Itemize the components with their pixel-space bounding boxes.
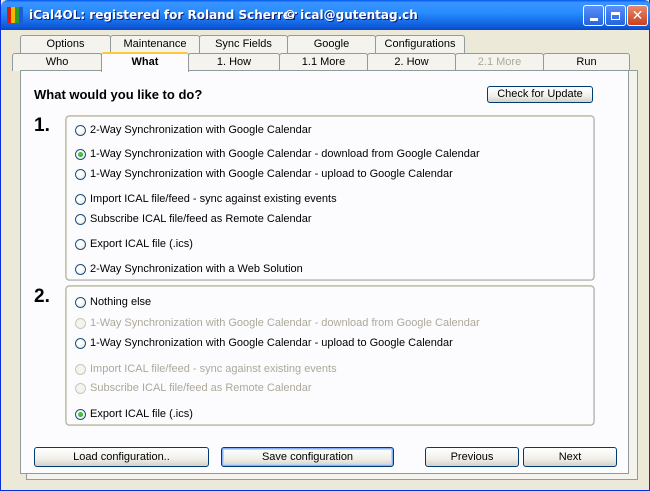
radio-circle [75,263,86,275]
title-bar[interactable]: iCal4OL: registered for Roland Scherrer … [1,0,650,30]
step1-radio-export-ical[interactable]: Export ICAL file (.ics) [75,237,193,251]
radio-circle [75,363,86,375]
radio-circle [75,193,86,205]
radio-circle [75,148,86,160]
radio-label: Subscribe ICAL file/feed as Remote Calen… [90,213,312,225]
save-configuration-button[interactable]: Save configuration [221,447,394,467]
tab-sync-fields[interactable]: Sync Fields [199,35,288,53]
step2-radio-subscribe-ical: Subscribe ICAL file/feed as Remote Calen… [75,381,312,395]
window-title-email: © ical@gutentag.ch [284,8,418,22]
radio-label: Import ICAL file/feed - sync against exi… [90,363,337,375]
close-button[interactable]: ✕ [627,5,648,26]
radio-label: 2-Way Synchronization with Google Calend… [90,124,312,136]
step2-radio-export-ical[interactable]: Export ICAL file (.ics) [75,407,193,421]
radio-circle [75,124,86,136]
app-icon [7,7,23,23]
tab-run[interactable]: Run [543,53,630,71]
tab-options[interactable]: Options [20,35,111,53]
step-1-number: 1. [34,115,50,136]
step1-radio-2way-google[interactable]: 2-Way Synchronization with Google Calend… [75,123,312,137]
step1-radio-2way-web[interactable]: 2-Way Synchronization with a Web Solutio… [75,262,303,276]
radio-label: Export ICAL file (.ics) [90,408,193,420]
step2-radio-import-ical: Import ICAL file/feed - sync against exi… [75,362,337,376]
step2-radio-1way-download: 1-Way Synchronization with Google Calend… [75,316,480,330]
step2-radio-nothing-else[interactable]: Nothing else [75,295,151,309]
next-button[interactable]: Next [523,447,617,467]
radio-label: 1-Way Synchronization with Google Calend… [90,317,480,329]
tab-1-1-more[interactable]: 1.1 More [279,53,368,71]
radio-circle [75,296,86,308]
radio-label: Nothing else [90,296,152,308]
tab-2-1-more: 2.1 More [455,53,544,71]
radio-label: Import ICAL file/feed - sync against exi… [90,193,337,205]
step1-radio-subscribe-ical[interactable]: Subscribe ICAL file/feed as Remote Calen… [75,212,312,226]
tab-who[interactable]: Who [12,53,102,71]
page-heading: What would you like to do? [34,87,203,102]
tab-2-how[interactable]: 2. How [367,53,456,71]
tab-what[interactable]: What [101,52,189,72]
tab-1-how[interactable]: 1. How [188,53,280,71]
step-1-option-group: 2-Way Synchronization with Google Calend… [66,116,594,280]
radio-label: 1-Way Synchronization with Google Calend… [90,168,453,180]
radio-circle [75,337,86,349]
radio-label: Export ICAL file (.ics) [90,238,193,250]
radio-label: Subscribe ICAL file/feed as Remote Calen… [90,382,312,394]
load-configuration-button[interactable]: Load configuration.. [34,447,209,467]
radio-circle [75,408,86,420]
app-window: iCal4OL: registered for Roland Scherrer … [0,0,650,491]
step2-radio-1way-upload[interactable]: 1-Way Synchronization with Google Calend… [75,336,453,350]
maximize-icon [611,11,620,20]
radio-circle [75,238,86,250]
radio-label: 1-Way Synchronization with Google Calend… [90,337,453,349]
radio-circle [75,213,86,225]
tab-google[interactable]: Google [287,35,376,53]
step-2-number: 2. [34,286,50,307]
maximize-button[interactable] [605,5,626,26]
radio-circle [75,317,86,329]
step-2-option-group: Nothing else 1-Way Synchronization with … [66,286,594,425]
tab-configurations[interactable]: Configurations [375,35,465,53]
tab-maintenance[interactable]: Maintenance [110,35,200,53]
radio-label: 2-Way Synchronization with a Web Solutio… [90,263,303,275]
minimize-button[interactable] [583,5,604,26]
close-icon: ✕ [631,7,644,24]
minimize-icon [589,18,598,21]
radio-circle [75,382,86,394]
step1-radio-1way-download[interactable]: 1-Way Synchronization with Google Calend… [75,147,480,161]
step1-radio-1way-upload[interactable]: 1-Way Synchronization with Google Calend… [75,167,453,181]
radio-circle [75,168,86,180]
window-title: iCal4OL: registered for Roland Scherrer [29,8,297,22]
step1-radio-import-ical[interactable]: Import ICAL file/feed - sync against exi… [75,192,337,206]
check-for-update-button[interactable]: Check for Update [487,86,593,103]
radio-label: 1-Way Synchronization with Google Calend… [90,148,480,160]
previous-button[interactable]: Previous [425,447,519,467]
